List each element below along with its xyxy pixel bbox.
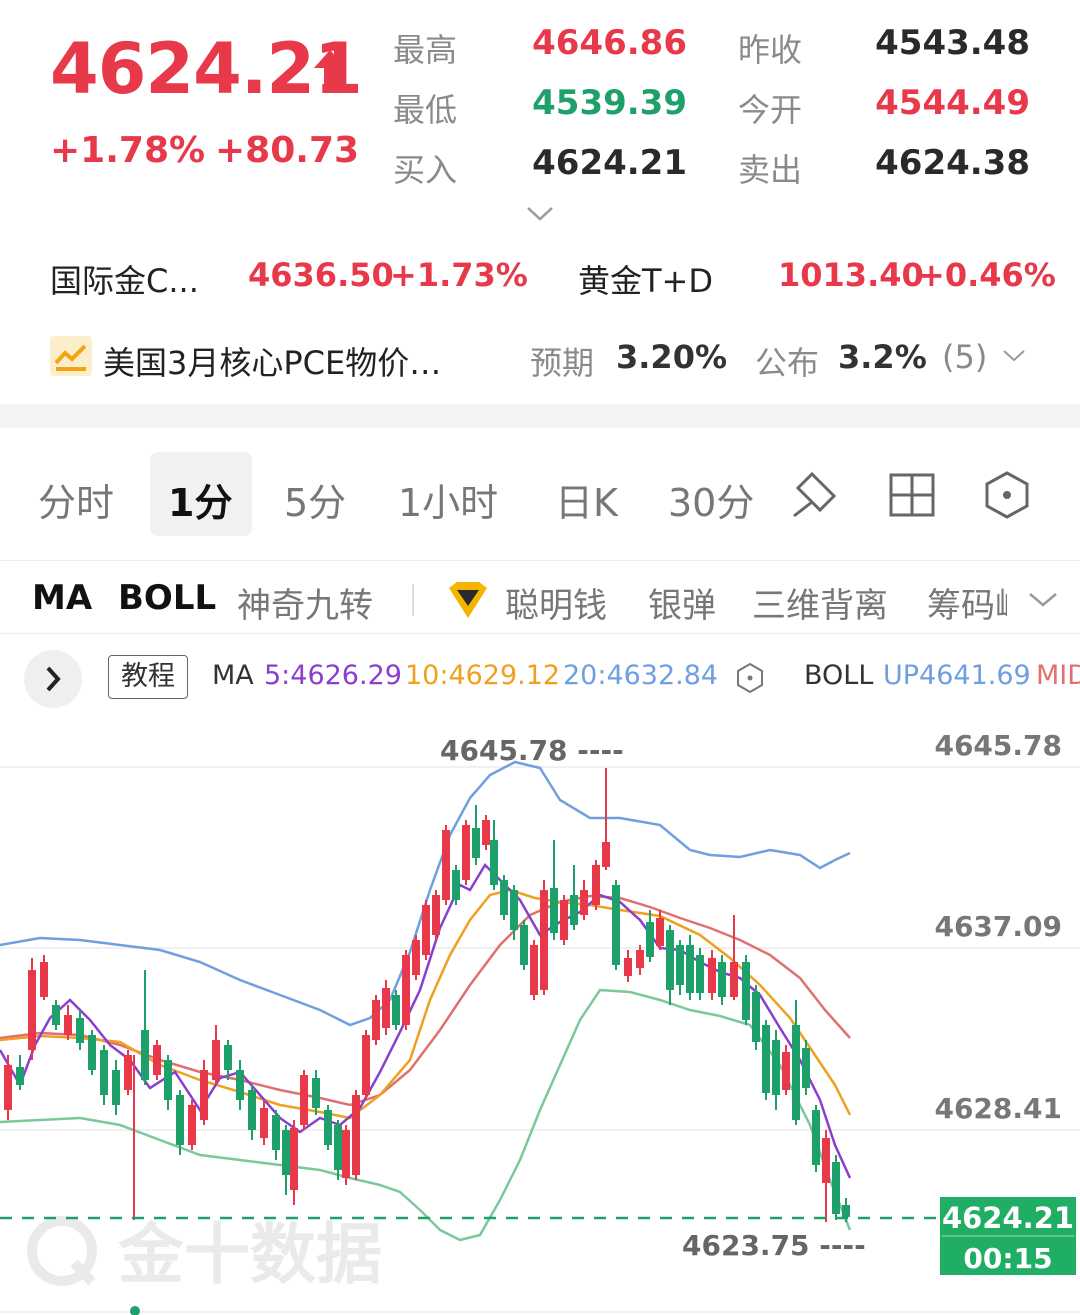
related-name-1[interactable]: 国际金C... xyxy=(50,256,199,302)
ma-label: MA xyxy=(212,660,254,691)
kline-chart[interactable]: 金十数据 4645.78 4637.09 4628.41 4645.78 ---… xyxy=(0,700,1080,1315)
timeline-dot xyxy=(130,1306,140,1315)
prev-close-label: 昨收 xyxy=(738,31,803,69)
chevron-down-icon[interactable] xyxy=(1028,590,1058,610)
layout-grid-icon[interactable] xyxy=(888,472,936,518)
related-change-1: +1.73% xyxy=(390,256,528,294)
related-price-1: 4636.50 xyxy=(248,256,394,294)
expected-label: 预期 xyxy=(530,344,595,382)
related-price-2: 1013.40 xyxy=(778,256,924,294)
change-amount: +80.73 xyxy=(215,130,360,171)
indicator-td9[interactable]: 神奇九转 xyxy=(237,578,373,627)
draw-tool-icon[interactable] xyxy=(790,470,840,520)
axis-label-low: 4628.41 xyxy=(934,1092,1062,1125)
low-marker: 4623.75 ---- xyxy=(682,1229,866,1262)
indicator-silver-bullet[interactable]: 银弹 xyxy=(648,578,716,627)
svg-text:4624.21: 4624.21 xyxy=(942,1201,1074,1235)
expected-value: 3.20% xyxy=(616,338,728,376)
prev-close-value: 4543.48 xyxy=(875,23,1030,63)
chevron-down-icon[interactable] xyxy=(526,205,554,223)
trend-chart-icon xyxy=(50,336,92,376)
axis-label-mid: 4637.09 xyxy=(934,910,1062,943)
tab-1min[interactable]: 1分 xyxy=(168,472,232,527)
last-price-tag: 4624.21 00:15 xyxy=(940,1197,1076,1275)
high-marker: 4645.78 ---- xyxy=(440,734,624,767)
ask-label: 卖出 xyxy=(738,151,803,189)
ma20-value: 20:4632.84 xyxy=(563,660,719,691)
diamond-vip-icon xyxy=(449,582,487,618)
low-label: 最低 xyxy=(393,91,458,129)
news-count: (5) xyxy=(942,338,988,376)
svg-text:00:15: 00:15 xyxy=(963,1242,1052,1275)
candle-group-mid xyxy=(352,768,620,1180)
candle-group-right xyxy=(624,910,850,1222)
chevron-down-icon[interactable] xyxy=(1002,348,1026,364)
tab-5min[interactable]: 5分 xyxy=(284,472,346,527)
boll-up-value: UP4641.69 xyxy=(883,660,1031,691)
indicator-3d-divergence[interactable]: 三维背离 xyxy=(752,578,888,627)
ask-value: 4624.38 xyxy=(875,143,1030,183)
ma5-value: 5:4626.29 xyxy=(264,660,402,691)
related-name-2[interactable]: 黄金T+D xyxy=(578,256,713,302)
low-value: 4539.39 xyxy=(532,83,687,123)
boll-label: BOLL xyxy=(804,660,874,691)
open-label: 今开 xyxy=(738,91,803,129)
axis-label-top: 4645.78 xyxy=(934,729,1062,762)
section-divider xyxy=(0,404,1080,428)
svg-text:金十数据: 金十数据 xyxy=(117,1216,382,1293)
settings-hexagon-icon[interactable] xyxy=(735,662,765,694)
open-value: 4544.49 xyxy=(875,83,1030,123)
high-label: 最高 xyxy=(393,31,458,69)
actual-label: 公布 xyxy=(755,344,820,382)
candle-group-left xyxy=(4,955,350,1220)
bid-value: 4624.21 xyxy=(532,143,687,183)
indicator-ma[interactable]: MA xyxy=(32,578,92,618)
change-percent: +1.78% xyxy=(50,130,206,171)
tab-daily-k[interactable]: 日K xyxy=(555,472,618,527)
tab-1hour[interactable]: 1小时 xyxy=(398,472,498,527)
indicator-smart-money[interactable]: 聪明钱 xyxy=(505,578,607,627)
news-title[interactable]: 美国3月核心PCE物价… xyxy=(103,338,441,384)
actual-value: 3.2% xyxy=(838,338,927,376)
indicator-boll[interactable]: BOLL xyxy=(118,578,216,618)
indicator-chip-peak[interactable]: 筹码峰 xyxy=(927,578,1007,627)
high-value: 4646.86 xyxy=(532,23,687,63)
boll-lower-line xyxy=(0,988,852,1242)
up-arrow-icon xyxy=(314,50,346,86)
watermark: 金十数据 xyxy=(27,1216,382,1293)
tutorial-button[interactable]: 教程 xyxy=(108,655,188,699)
tab-timeshare[interactable]: 分时 xyxy=(38,472,114,527)
settings-hexagon-icon[interactable] xyxy=(983,470,1031,520)
bid-label: 买入 xyxy=(393,151,458,189)
tab-30min[interactable]: 30分 xyxy=(668,472,754,527)
ma10-value: 10:4629.12 xyxy=(405,660,561,691)
related-change-2: +0.46% xyxy=(918,256,1056,294)
boll-mid-value: MID xyxy=(1036,660,1080,691)
